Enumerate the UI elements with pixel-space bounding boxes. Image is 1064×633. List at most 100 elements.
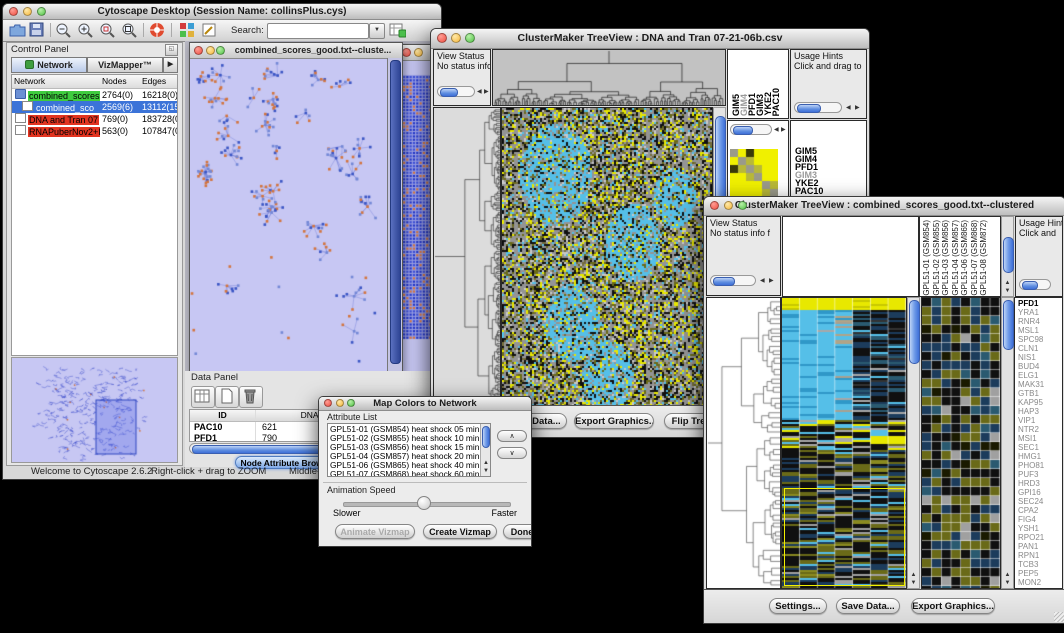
array-label[interactable]: GPL51-03 (GSM856) [941, 220, 951, 296]
array-label[interactable]: GIM4 [739, 94, 747, 116]
gene-label[interactable]: PHO81 [1018, 461, 1044, 470]
scrollbar-thumb[interactable] [440, 88, 458, 97]
mini-hscrollbar[interactable] [1019, 279, 1051, 290]
gene-label[interactable]: KAP95 [1018, 398, 1044, 407]
zoom-window-icon[interactable] [37, 7, 46, 16]
scrollbar-thumb[interactable] [1022, 281, 1038, 290]
scrollbar-thumb[interactable] [733, 126, 753, 135]
correlation-matrix[interactable] [730, 149, 778, 197]
zoom-selected-icon[interactable] [99, 22, 117, 39]
create-vizmap-button[interactable]: Create Vizmap [423, 524, 497, 539]
scrollbar-thumb[interactable] [797, 104, 821, 113]
array-label[interactable]: GPL51-04 (GSM857) [951, 220, 961, 296]
scroll-down-icon[interactable]: ▼ [481, 468, 491, 475]
scroll-left-icon[interactable]: ◀ [760, 277, 765, 284]
scroll-up-icon[interactable]: ▲ [1002, 572, 1013, 579]
tab-network[interactable]: Network [11, 57, 87, 73]
expression-heatmap[interactable] [782, 298, 906, 588]
save-icon[interactable] [29, 22, 47, 39]
attribute-select-icon[interactable] [191, 386, 215, 408]
network-row[interactable]: combined_sco2569(6)13112(15) [12, 101, 177, 113]
close-icon[interactable] [402, 48, 411, 57]
network-graph-view[interactable] [190, 59, 386, 371]
treeview-combined-titlebar[interactable]: ClusterMaker TreeView : combined_scores_… [704, 197, 1064, 216]
scroll-left-icon[interactable]: ◀ [846, 104, 851, 111]
mini-hscrollbar[interactable] [437, 86, 475, 97]
scroll-right-icon[interactable]: ▶ [855, 104, 860, 111]
scroll-down-icon[interactable]: ▼ [1002, 580, 1013, 587]
done-button[interactable]: Done [503, 524, 532, 539]
array-label[interactable]: GPL51-06 (GSM865) [960, 220, 970, 296]
gene-label[interactable]: NIS1 [1018, 353, 1044, 362]
minimize-icon[interactable] [451, 33, 461, 43]
network-view-frame[interactable]: combined_scores_good.txt--cluste... [189, 42, 403, 371]
scroll-right-icon[interactable]: ▶ [484, 88, 489, 95]
gene-label[interactable]: PAN1 [1018, 542, 1044, 551]
resize-grip[interactable] [1054, 612, 1064, 622]
scrollbar-thumb[interactable] [713, 277, 735, 286]
search-input[interactable] [267, 23, 369, 39]
gene-label[interactable]: SEC24 [1018, 497, 1044, 506]
gene-label[interactable]: HRD3 [1018, 479, 1044, 488]
cytoscape-titlebar[interactable]: Cytoscape Desktop (Session Name: collins… [3, 4, 441, 20]
move-up-button[interactable]: ∧ [497, 430, 527, 442]
import-table-icon[interactable] [389, 22, 407, 39]
gene-label[interactable]: RNR4 [1018, 317, 1044, 326]
gene-label[interactable]: HAP3 [1018, 407, 1044, 416]
zoom-window-icon[interactable] [216, 46, 225, 55]
mini-hscrollbar[interactable] [794, 102, 842, 113]
attribute-item[interactable]: GPL51-07 (GSM868) heat shock 60 min [330, 470, 490, 477]
move-down-button[interactable]: ∨ [497, 447, 527, 459]
gene-label[interactable]: RPO21 [1018, 533, 1044, 542]
array-label[interactable]: PFD1 [747, 93, 755, 116]
gene-label[interactable]: CLN1 [1018, 344, 1044, 353]
network-table-header[interactable]: Edges [140, 75, 177, 88]
gene-label[interactable]: RPN1 [1018, 551, 1044, 560]
scroll-down-icon[interactable]: ▼ [908, 580, 919, 587]
gene-label[interactable]: FIG4 [1018, 515, 1044, 524]
mini-hscrollbar[interactable] [710, 275, 756, 286]
array-label[interactable]: YKE2 [763, 92, 771, 116]
gene-label[interactable]: PAC10 [795, 187, 823, 195]
gene-label[interactable]: YRA1 [1018, 308, 1044, 317]
zoom-in-icon[interactable] [77, 22, 95, 39]
network-vertical-scrollbar[interactable] [387, 58, 402, 371]
minimize-icon[interactable] [206, 46, 215, 55]
gene-label[interactable]: YSH1 [1018, 524, 1044, 533]
gene-label[interactable]: MON2 [1018, 578, 1044, 587]
array-label[interactable]: PAC10 [771, 88, 779, 116]
labels-vscrollbar[interactable]: ▲ ▼ [1001, 216, 1014, 297]
tab-vizmapper[interactable]: VizMapper™ [87, 57, 163, 73]
network-overview-thumbnail[interactable] [11, 357, 178, 463]
gene-label[interactable]: GTB1 [1018, 389, 1044, 398]
network-table-header[interactable]: Nodes [100, 75, 140, 88]
minimize-icon[interactable] [23, 7, 32, 16]
close-icon[interactable] [437, 33, 447, 43]
gene-label[interactable]: VIP1 [1018, 416, 1044, 425]
column-dendrogram-box[interactable] [782, 216, 919, 297]
float-panel-icon[interactable]: ◱ [165, 44, 178, 56]
scroll-left-icon[interactable]: ◀ [477, 88, 482, 95]
export-graphics-button[interactable]: Export Graphics... [574, 413, 654, 429]
scroll-up-icon[interactable]: ▲ [481, 460, 491, 467]
animate-vizmap-button[interactable]: Animate Vizmap [335, 524, 415, 539]
vizmapper-icon[interactable] [179, 22, 197, 39]
array-label[interactable]: GIM5 [731, 94, 739, 116]
scroll-left-icon[interactable]: ◀ [774, 126, 779, 133]
zoom-window-icon[interactable] [347, 399, 355, 407]
scrollbar-thumb[interactable] [482, 426, 490, 448]
array-label[interactable]: GPL51-01 (GSM854) [922, 220, 932, 296]
gene-label[interactable]: SEC1 [1018, 443, 1044, 452]
open-file-icon[interactable] [9, 22, 27, 39]
array-label[interactable]: GPL51-08 (GSM872) [979, 220, 989, 296]
scroll-up-icon[interactable]: ▲ [908, 572, 919, 579]
zoom-window-icon[interactable] [738, 201, 747, 210]
heatmap-vscrollbar[interactable]: ▲ ▼ [907, 297, 920, 589]
network-row[interactable]: combined_scores2764(0)16218(0) [12, 89, 177, 101]
scroll-up-icon[interactable]: ▲ [1002, 280, 1013, 287]
zoom-heatmap[interactable] [922, 298, 1000, 588]
network-row[interactable]: RNAPuberNov2+I563(0)107847(0) [12, 125, 177, 137]
scrollbar-thumb[interactable] [390, 60, 401, 364]
search-dropdown-icon[interactable]: ▼ [369, 23, 385, 39]
gene-dendrogram[interactable] [707, 298, 780, 588]
